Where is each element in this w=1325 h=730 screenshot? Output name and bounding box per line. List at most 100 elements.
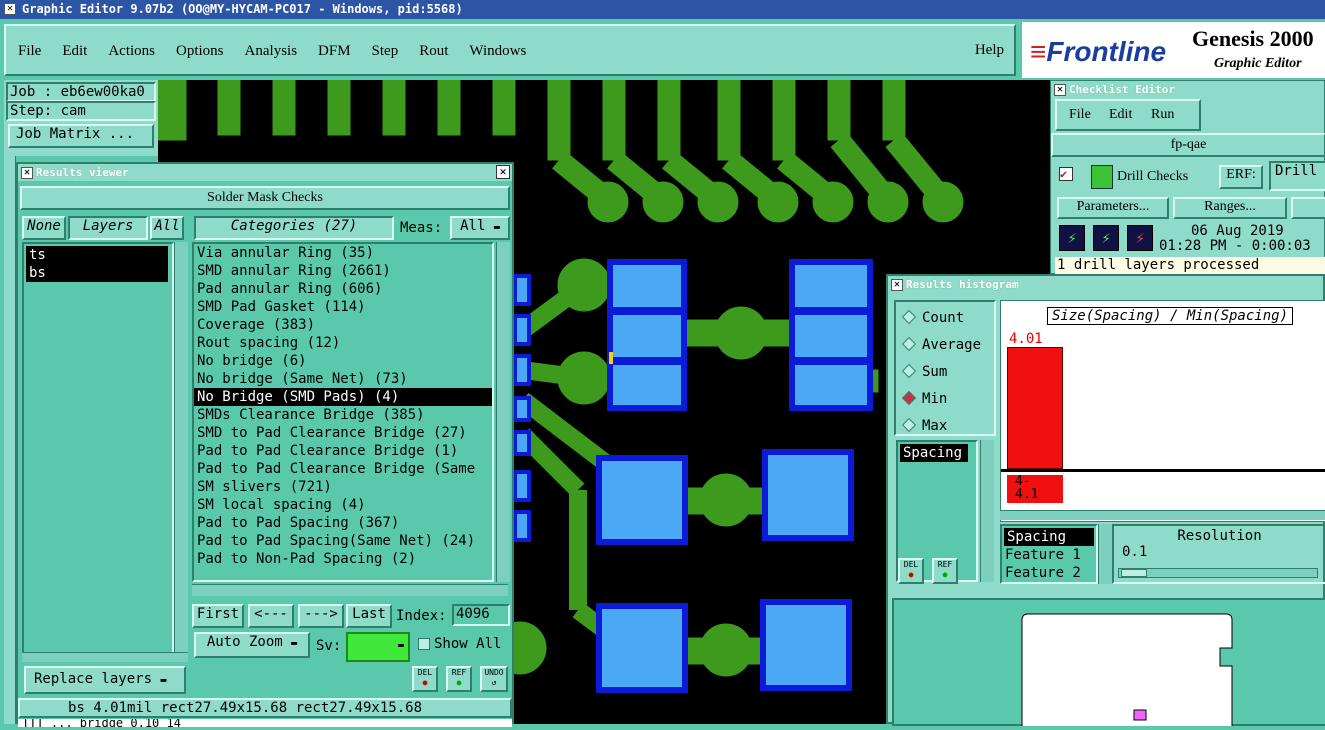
frontline-logo: ≡Frontline [1030,36,1167,67]
menu-analysis[interactable]: Analysis [245,43,298,59]
stop-icon[interactable]: ⚡ [1127,225,1153,251]
layer-item[interactable]: bs [26,264,168,282]
run-icon[interactable]: ⚡ [1059,225,1085,251]
extra-button[interactable] [1291,197,1325,219]
category-item[interactable]: SM slivers (721) [194,478,492,496]
categories-scrollbar[interactable] [496,242,510,582]
category-item[interactable]: No bridge (Same Net) (73) [194,370,492,388]
job-name: Job : eb6ew00ka0 [6,82,156,102]
next-button[interactable]: ---> [298,604,344,628]
index-input[interactable]: 4096 [452,604,510,626]
feature-item[interactable]: Feature 2 [1002,564,1096,582]
category-item[interactable]: Pad to Pad Spacing(Same Net) (24) [194,532,492,550]
resolution-slider[interactable] [1118,568,1318,578]
checklist-menu-run[interactable]: Run [1151,107,1174,123]
option-min[interactable]: Min [901,390,947,407]
prev-button[interactable]: <--- [248,604,294,628]
first-button[interactable]: First [192,604,244,628]
category-item[interactable]: Pad to Pad Clearance Bridge (Same [194,460,492,478]
job-matrix-button[interactable]: Job Matrix ... [8,124,154,148]
parameters-button[interactable]: Parameters... [1057,197,1169,219]
meas-dropdown[interactable]: All ▬ [450,216,510,240]
close-icon[interactable]: ✕ [496,165,510,179]
option-count[interactable]: Count [901,309,964,326]
menu-rout[interactable]: Rout [419,43,448,59]
menu-actions[interactable]: Actions [108,43,155,59]
category-item[interactable]: Pad annular Ring (606) [194,280,492,298]
categories-list[interactable]: Via annular Ring (35) SMD annular Ring (2… [192,242,494,582]
option-average[interactable]: Average [901,336,981,353]
del-button[interactable]: DEL ● [412,666,438,692]
trace-stub [437,80,461,136]
category-item[interactable]: No Bridge (SMD Pads) (4) [194,388,492,406]
last-button[interactable]: Last [346,604,392,628]
menu-dfm[interactable]: DFM [318,43,351,59]
menu-options[interactable]: Options [176,43,224,59]
ranges-button[interactable]: Ranges... [1173,197,1287,219]
category-item[interactable]: SMD annular Ring (2661) [194,262,492,280]
categories-hscroll[interactable] [192,584,508,596]
smd-pad [607,259,687,313]
replace-layers-button[interactable]: Replace layers ▬ [24,666,186,694]
menu-help[interactable]: Help [975,42,1004,59]
layers-all-button[interactable]: All [150,216,184,240]
menu-file[interactable]: File [18,43,41,59]
slider-thumb[interactable] [1121,569,1147,577]
run-all-icon[interactable]: ⚡ [1093,225,1119,251]
drill-check-icon [1091,165,1113,189]
category-item[interactable]: Rout spacing (12) [194,334,492,352]
window-close-icon[interactable]: ✕ [4,3,16,15]
check-enabled-checkbox[interactable]: ✔ [1059,167,1073,181]
category-item[interactable]: SM local spacing (4) [194,496,492,514]
sv-color-dropdown[interactable]: ▬ [346,632,410,662]
layers-scrollbar[interactable] [174,242,188,662]
menu-step[interactable]: Step [372,43,399,59]
show-all-checkbox[interactable] [418,638,430,650]
category-item[interactable]: Pad to Pad Clearance Bridge (1) [194,442,492,460]
metric-item[interactable]: Spacing [900,444,968,462]
error-marker[interactable] [609,352,613,364]
category-item[interactable]: Pad to Non-Pad Spacing (2) [194,550,492,568]
layers-none-button[interactable]: None [22,216,66,240]
category-item[interactable]: SMD to Pad Clearance Bridge (27) [194,424,492,442]
feature-item[interactable]: Feature 1 [1002,546,1096,564]
feature-scrollbar[interactable] [1098,524,1112,584]
metric-scrollbar[interactable] [980,440,994,582]
feature-item[interactable]: Spacing [1004,528,1094,546]
ref-button[interactable]: REF ● [446,666,472,692]
category-item[interactable]: Pad to Pad Spacing (367) [194,514,492,532]
option-max[interactable]: Max [901,417,947,434]
histogram-bar[interactable] [1007,347,1063,469]
histogram-del-button[interactable]: DEL ● [898,558,924,584]
checklist-menu-file[interactable]: File [1069,107,1091,123]
resolution-panel: Resolution 0.1 [1112,524,1325,584]
category-item[interactable]: SMDs Clearance Bridge (385) [194,406,492,424]
category-item[interactable]: Coverage (383) [194,316,492,334]
layers-hscroll[interactable] [22,652,188,662]
category-item[interactable]: SMD Pad Gasket (114) [194,298,492,316]
via-pad [812,181,854,223]
menu-edit[interactable]: Edit [62,43,87,59]
resolution-label: Resolution [1177,528,1262,544]
histogram-ref-button[interactable]: REF ● [932,558,958,584]
feature-list[interactable]: Spacing Feature 1 Feature 2 [1000,524,1098,584]
layers-list[interactable]: ts bs [22,242,174,662]
category-item[interactable]: No bridge (6) [194,352,492,370]
histogram-hscroll[interactable] [1000,510,1325,520]
menu-bar: File Edit Actions Options Analysis DFM S… [4,24,1016,76]
category-item[interactable]: Via annular Ring (35) [194,244,492,262]
auto-zoom-dropdown[interactable]: Auto Zoom ▬ [194,632,310,658]
histogram-axis [1001,469,1325,472]
checklist-menu-edit[interactable]: Edit [1109,107,1132,123]
layer-item[interactable]: ts [26,246,168,264]
option-sum[interactable]: Sum [901,363,947,380]
erf-input[interactable]: Drill [1269,161,1325,191]
dropdown-icon: ▬ [160,675,167,686]
trace [677,319,799,347]
menu-windows[interactable]: Windows [469,43,526,59]
via-pad [697,181,739,223]
check-name[interactable]: Drill Checks [1117,169,1188,185]
results-viewer-titlebar: ✕ Results viewer ✕ [18,164,512,181]
undo-button[interactable]: UNDO ↺ [480,666,508,692]
checklist-menu: File Edit Run [1055,99,1201,131]
